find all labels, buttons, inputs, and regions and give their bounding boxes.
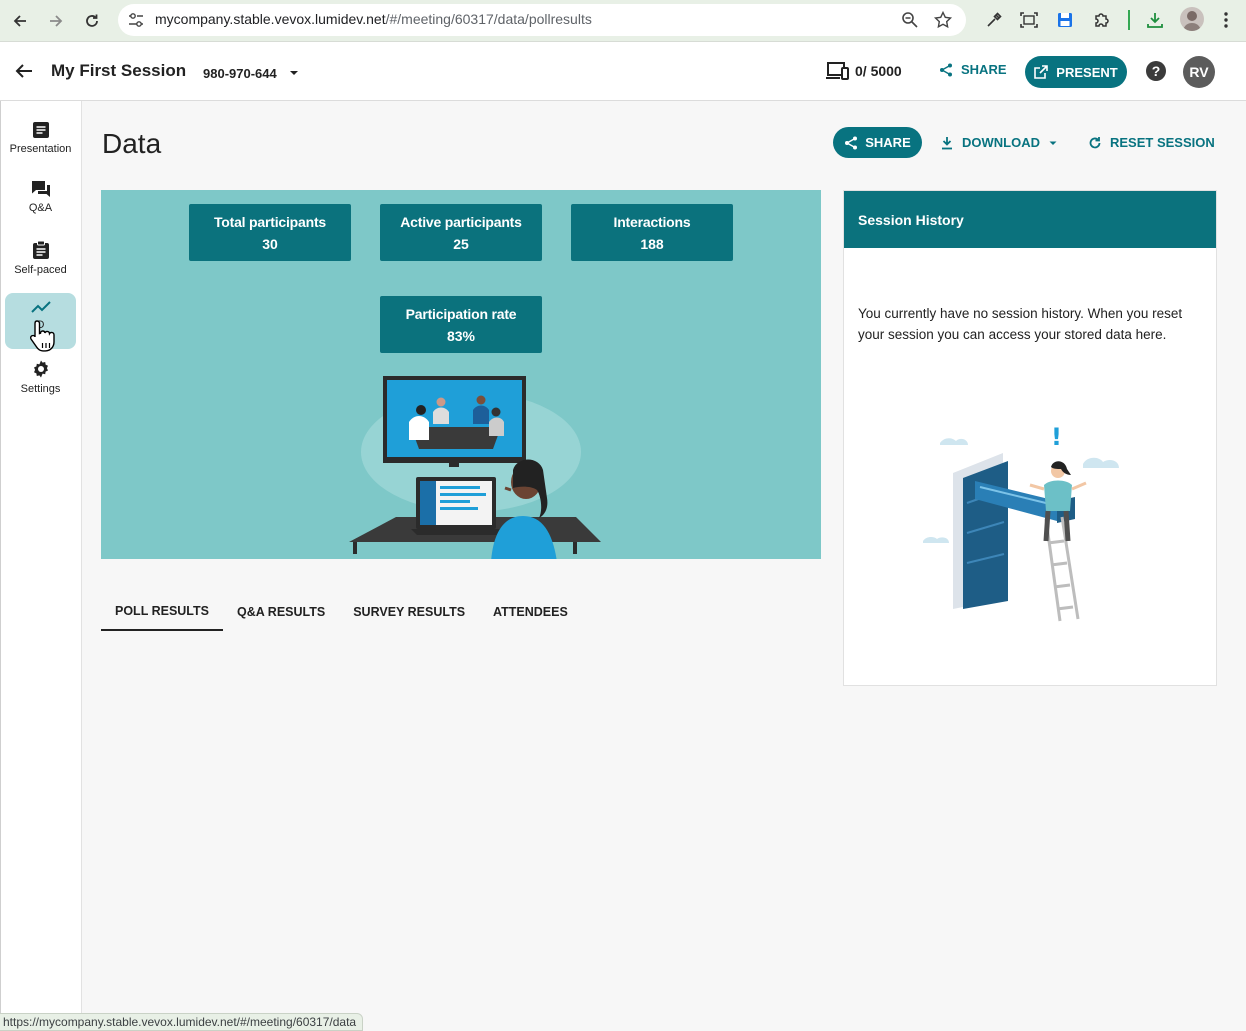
share-label: SHARE <box>865 135 911 150</box>
browser-toolbar: mycompany.stable.vevox.lumidev.net/#/mee… <box>0 0 1246 42</box>
reset-session-label: RESET SESSION <box>1110 135 1215 150</box>
tab-survey-results[interactable]: SURVEY RESULTS <box>339 592 479 631</box>
sidebar-item-label: Self-paced <box>14 264 67 276</box>
clipboard-icon <box>32 240 49 259</box>
present-label: PRESENT <box>1056 64 1118 80</box>
presentation-icon <box>32 122 49 138</box>
sidebar-item-settings[interactable]: Settings <box>5 353 76 409</box>
sidebar: Presentation Q&A Self-paced D Settings <box>0 101 82 1031</box>
results-tabs: POLL RESULTS Q&A RESULTS SURVEY RESULTS … <box>101 592 582 631</box>
url-path: /#/meeting/60317/data/pollresults <box>385 11 592 27</box>
chart-line-icon <box>30 301 51 313</box>
session-history-panel: Session History You currently have no se… <box>843 190 1217 686</box>
session-code[interactable]: 980-970-644 <box>203 66 277 81</box>
stats-panel: Total participants 30 Active participant… <box>101 190 821 559</box>
tab-attendees[interactable]: ATTENDEES <box>479 592 582 631</box>
share-button[interactable]: SHARE <box>833 127 922 158</box>
eyedropper-icon[interactable] <box>982 8 1006 32</box>
sidebar-item-self-paced[interactable]: Self-paced <box>5 234 76 290</box>
share-icon <box>940 63 952 76</box>
sidebar-item-label: Q&A <box>28 202 53 214</box>
stat-label: Participation rate <box>405 305 517 322</box>
header-share-label: SHARE <box>961 62 1007 77</box>
tab-qa-results[interactable]: Q&A RESULTS <box>223 592 339 631</box>
gear-icon <box>33 360 48 378</box>
chevron-down-icon <box>1049 141 1057 145</box>
session-title: My First Session <box>51 61 187 80</box>
stat-value: 25 <box>453 235 469 252</box>
stat-label: Total participants <box>213 213 327 230</box>
stat-total-participants: Total participants 30 <box>189 204 351 261</box>
devices-icon <box>826 62 849 80</box>
stat-active-participants: Active participants 25 <box>380 204 542 261</box>
url-host: mycompany.stable.vevox.lumidev.net <box>155 11 386 27</box>
stat-value: 188 <box>640 235 664 252</box>
session-history-title: Session History <box>844 191 1216 248</box>
address-bar[interactable]: mycompany.stable.vevox.lumidev.net/#/mee… <box>118 4 966 36</box>
bookmark-star-icon[interactable] <box>933 10 953 30</box>
reset-session-button[interactable]: RESET SESSION <box>1088 135 1215 150</box>
site-settings-icon[interactable] <box>126 10 146 30</box>
meeting-illustration <box>349 376 601 559</box>
browser-profile-avatar[interactable] <box>1180 7 1204 31</box>
toolbar-divider <box>1128 10 1130 30</box>
save-icon[interactable] <box>1053 8 1077 32</box>
sidebar-item-label: Settings <box>20 383 61 395</box>
stat-value: 30 <box>262 235 278 252</box>
download-icon[interactable] <box>1143 8 1167 32</box>
device-count: 0/ 5000 <box>855 63 902 79</box>
refresh-icon <box>1089 136 1101 148</box>
extensions-puzzle-icon[interactable] <box>1090 8 1114 32</box>
browser-forward-icon[interactable] <box>44 9 68 33</box>
screenshot-icon[interactable] <box>1017 8 1041 32</box>
download-icon <box>942 136 952 149</box>
download-button[interactable]: DOWNLOAD <box>940 135 1058 150</box>
user-avatar[interactable]: RV <box>1183 56 1215 88</box>
page-title: Data <box>102 128 162 159</box>
present-button[interactable]: PRESENT <box>1025 56 1127 88</box>
stat-label: Interactions <box>613 213 691 230</box>
external-link-icon <box>1034 65 1049 79</box>
download-label: DOWNLOAD <box>962 135 1040 150</box>
stat-interactions: Interactions 188 <box>571 204 733 261</box>
stat-value: 83% <box>446 327 476 344</box>
session-history-message: You currently have no session history. W… <box>858 306 1183 342</box>
sidebar-item-label: Presentation <box>9 143 72 155</box>
browser-back-icon[interactable] <box>8 9 32 33</box>
help-icon[interactable]: ? <box>1146 61 1166 81</box>
svg-text:!: ! <box>1051 423 1062 451</box>
app-header: My First Session 980-970-644 0/ 5000 SHA… <box>0 42 1246 101</box>
zoom-icon[interactable] <box>900 10 920 30</box>
chevron-down-icon[interactable] <box>289 68 299 78</box>
back-arrow-icon[interactable] <box>12 59 36 83</box>
header-share-button[interactable]: SHARE <box>939 62 1007 77</box>
filing-cabinet-illustration: ! <box>923 423 1119 622</box>
browser-reload-icon[interactable] <box>80 9 104 33</box>
chat-icon <box>31 181 50 197</box>
browser-status-url: https://mycompany.stable.vevox.lumidev.n… <box>0 1013 364 1031</box>
stat-participation-rate: Participation rate 83% <box>380 296 542 353</box>
browser-menu-icon[interactable] <box>1214 8 1238 32</box>
hand-cursor-icon <box>29 320 55 352</box>
tab-poll-results[interactable]: POLL RESULTS <box>101 592 223 631</box>
sidebar-item-presentation[interactable]: Presentation <box>5 115 76 171</box>
sidebar-item-qa[interactable]: Q&A <box>5 174 76 230</box>
stat-label: Active participants <box>400 213 522 230</box>
share-icon <box>845 136 858 149</box>
url-text: mycompany.stable.vevox.lumidev.net/#/mee… <box>155 11 592 27</box>
